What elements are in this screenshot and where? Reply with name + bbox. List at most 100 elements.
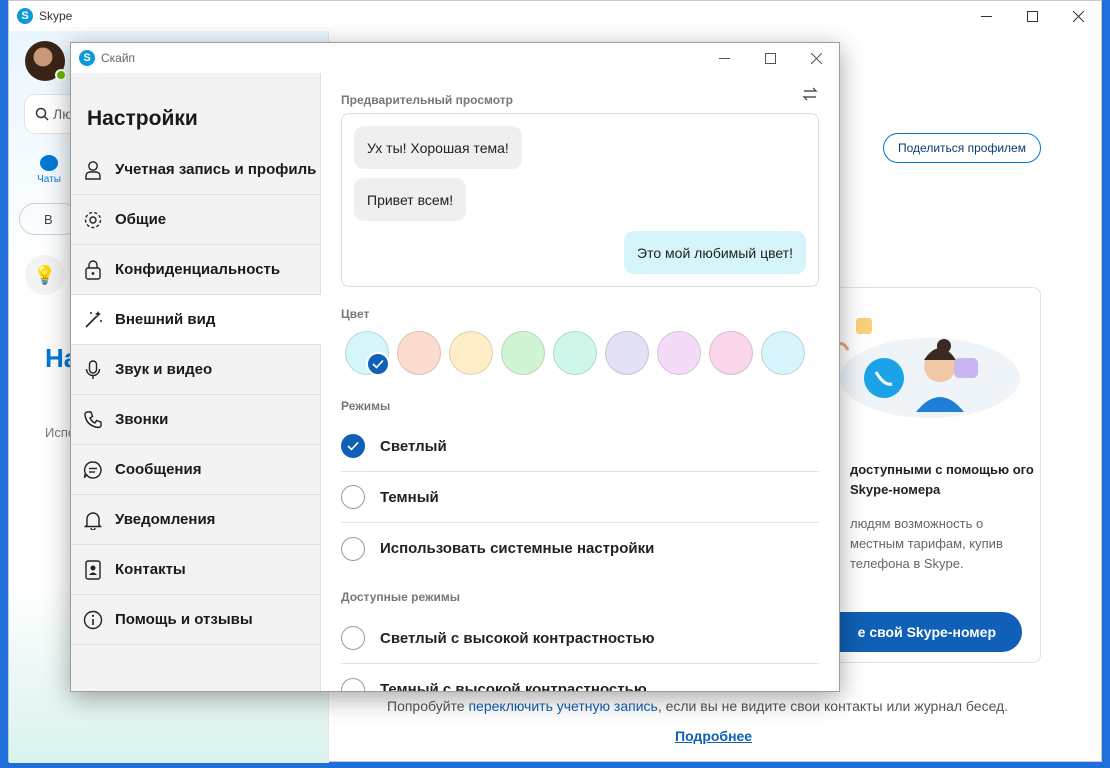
sidebar-item-help[interactable]: Помощь и отзывы (71, 595, 321, 645)
sidebar-item-account[interactable]: Учетная запись и профиль (71, 145, 321, 195)
mode-option-label: Темный с высокой контрастностью (380, 681, 647, 692)
sidebar-item-label: Общие (115, 211, 167, 228)
settings-nav: Учетная запись и профиль Общие Конфиденц… (71, 145, 321, 645)
dialog-minimize-button[interactable] (701, 43, 747, 73)
dialog-close-button[interactable] (793, 43, 839, 73)
minimize-icon (980, 15, 992, 17)
color-swatch[interactable] (657, 331, 701, 375)
phone-icon (83, 410, 103, 430)
learn-more-link[interactable]: Подробнее (675, 728, 752, 744)
sidebar-item-label: Контакты (115, 561, 186, 578)
info-icon (83, 610, 103, 630)
sidebar-item-calls[interactable]: Звонки (71, 395, 321, 445)
mode-option-dark-high-contrast[interactable]: Темный с высокой контрастностью (341, 664, 819, 692)
skype-logo-icon: S (17, 8, 33, 24)
maximize-icon (1026, 10, 1038, 22)
swap-icon[interactable] (801, 85, 819, 103)
switch-account-link[interactable]: переключить учетную запись (468, 698, 657, 714)
note-after: , если вы не видите свои контакты или жу… (657, 698, 1009, 714)
sidebar-item-notifications[interactable]: Уведомления (71, 495, 321, 545)
settings-title: Настройки (87, 107, 198, 130)
mode-option-light-high-contrast[interactable]: Светлый с высокой контрастностью (341, 613, 819, 664)
radio-icon[interactable] (341, 485, 365, 509)
sidebar-item-label: Внешний вид (115, 311, 216, 328)
radio-icon[interactable] (341, 626, 365, 650)
mode-option-label: Светлый с высокой контрастностью (380, 629, 655, 647)
close-button[interactable] (1055, 1, 1101, 31)
mode-option-dark[interactable]: Темный (341, 472, 819, 523)
settings-sidebar: Настройки Учетная запись и профиль Общие… (71, 73, 321, 691)
color-swatch[interactable] (397, 331, 441, 375)
color-label: Цвет (341, 307, 370, 321)
color-swatch[interactable] (709, 331, 753, 375)
dialog-title: Скайп (101, 51, 136, 65)
main-titlebar: S Skype (9, 1, 1101, 31)
skype-logo-icon: S (79, 50, 95, 66)
bell-icon (83, 510, 103, 530)
sidebar-item-audio-video[interactable]: Звук и видео (71, 345, 321, 395)
search-icon (35, 107, 49, 121)
main-window-title: Skype (39, 9, 73, 23)
color-swatch[interactable] (761, 331, 805, 375)
available-modes-label: Доступные режимы (341, 590, 460, 604)
preview-label: Предварительный просмотр (341, 93, 513, 107)
maximize-button[interactable] (1009, 1, 1055, 31)
color-swatch[interactable] (605, 331, 649, 375)
preview-message: Привет всем! (354, 178, 467, 221)
share-profile-button[interactable]: Поделиться профилем (883, 133, 1041, 163)
mode-option-system[interactable]: Использовать системные настройки (341, 523, 819, 574)
message-icon (83, 460, 103, 480)
sidebar-item-label: Звук и видео (115, 361, 213, 378)
get-skype-number-button[interactable]: е свой Skype-номер (830, 612, 1022, 652)
mode-option-light[interactable]: Светлый (341, 421, 819, 472)
presence-online-icon (55, 69, 67, 81)
mode-option-label: Использовать системные настройки (380, 540, 655, 557)
switch-account-note: Попробуйте переключить учетную запись, е… (387, 698, 1008, 714)
person-icon (83, 160, 103, 180)
sidebar-item-label: Сообщения (115, 461, 202, 478)
close-icon (1072, 10, 1084, 22)
mode-option-label: Темный (380, 488, 439, 506)
modes-label: Режимы (341, 399, 391, 413)
dialog-window-controls (701, 43, 839, 73)
appearance-settings-panel: Предварительный просмотр Ух ты! Хорошая … (321, 73, 839, 692)
mode-option-label: Светлый (380, 437, 447, 455)
sidebar-item-label: Звонки (115, 411, 169, 428)
contacts-book-icon (83, 559, 103, 580)
tab-chats-label: Чаты (37, 174, 61, 185)
theme-preview: Ух ты! Хорошая тема! Привет всем! Это мо… (341, 113, 819, 287)
sidebar-item-general[interactable]: Общие (71, 195, 321, 245)
dialog-maximize-button[interactable] (747, 43, 793, 73)
color-swatch[interactable] (449, 331, 493, 375)
tab-chats[interactable]: Чаты (29, 155, 69, 185)
color-swatch[interactable] (345, 331, 390, 376)
promo-description: людям возможность о местным тарифам, куп… (850, 516, 1003, 571)
gear-icon (83, 210, 103, 230)
color-swatch[interactable] (501, 331, 545, 375)
radio-checked-icon[interactable] (341, 434, 365, 458)
note-before: Попробуйте (387, 698, 469, 714)
radio-icon[interactable] (341, 536, 365, 561)
promo-title: доступными с помощью ого Skype-номера (850, 462, 1034, 497)
minimize-icon (718, 57, 730, 59)
minimize-button[interactable] (963, 1, 1009, 31)
sidebar-item-privacy[interactable]: Конфиденциальность (71, 245, 321, 295)
preview-message: Ух ты! Хорошая тема! (354, 126, 522, 169)
meet-now-label: В (44, 211, 53, 227)
sidebar-item-messages[interactable]: Сообщения (71, 445, 321, 495)
checkmark-icon (366, 352, 390, 376)
sidebar-item-label: Уведомления (115, 511, 216, 528)
main-window-controls (963, 1, 1101, 31)
sidebar-item-label: Помощь и отзывы (115, 611, 253, 628)
preview-message-own: Это мой любимый цвет! (624, 231, 806, 274)
bot-avatar[interactable]: 💡 (25, 255, 65, 295)
radio-icon[interactable] (341, 677, 365, 691)
settings-dialog: S Скайп Настройки Учетная запись и профи… (70, 42, 840, 692)
skype-number-promo-card: доступными с помощью ого Skype-номера лю… (829, 287, 1041, 663)
sidebar-item-contacts[interactable]: Контакты (71, 545, 321, 595)
sidebar-item-label: Конфиденциальность (115, 261, 281, 278)
magic-wand-icon (83, 310, 103, 330)
color-swatch[interactable] (553, 331, 597, 375)
microphone-icon (83, 359, 103, 380)
sidebar-item-appearance[interactable]: Внешний вид (71, 295, 321, 345)
